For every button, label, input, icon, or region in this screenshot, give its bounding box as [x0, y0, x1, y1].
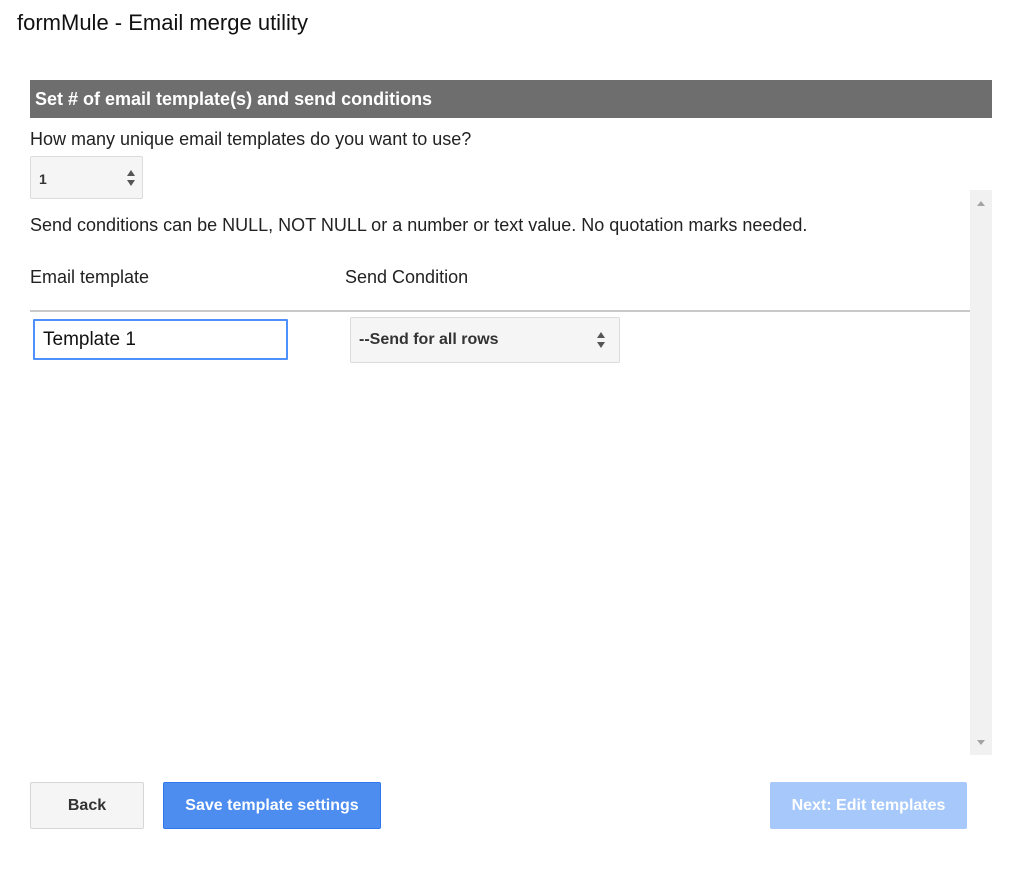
save-template-settings-button[interactable]: Save template settings: [163, 782, 381, 829]
app-title: formMule - Email merge utility: [17, 10, 308, 35]
select-arrows-icon: [127, 169, 136, 186]
templates-count-value: 1: [39, 171, 47, 187]
send-conditions-note: Send conditions can be NULL, NOT NULL or…: [30, 215, 808, 235]
template-name-input[interactable]: [33, 319, 288, 360]
select-arrows-icon: [597, 332, 606, 348]
send-condition-select[interactable]: --Send for all rows: [350, 317, 620, 363]
column-header-email-template: Email template: [30, 267, 150, 287]
conditions-panel: Send conditions can be NULL, NOT NULL or…: [30, 190, 992, 755]
scroll-up-arrow-icon[interactable]: [977, 201, 985, 206]
column-header-send-condition: Send Condition: [345, 267, 469, 287]
section-header: Set # of email template(s) and send cond…: [30, 80, 992, 118]
templates-count-question: How many unique email templates do you w…: [30, 129, 472, 149]
next-edit-templates-button[interactable]: Next: Edit templates: [770, 782, 967, 829]
send-condition-value: --Send for all rows: [359, 331, 499, 348]
back-button[interactable]: Back: [30, 782, 144, 829]
vertical-scrollbar[interactable]: [970, 190, 992, 755]
scroll-down-arrow-icon[interactable]: [977, 740, 985, 745]
table-divider: [30, 310, 970, 312]
